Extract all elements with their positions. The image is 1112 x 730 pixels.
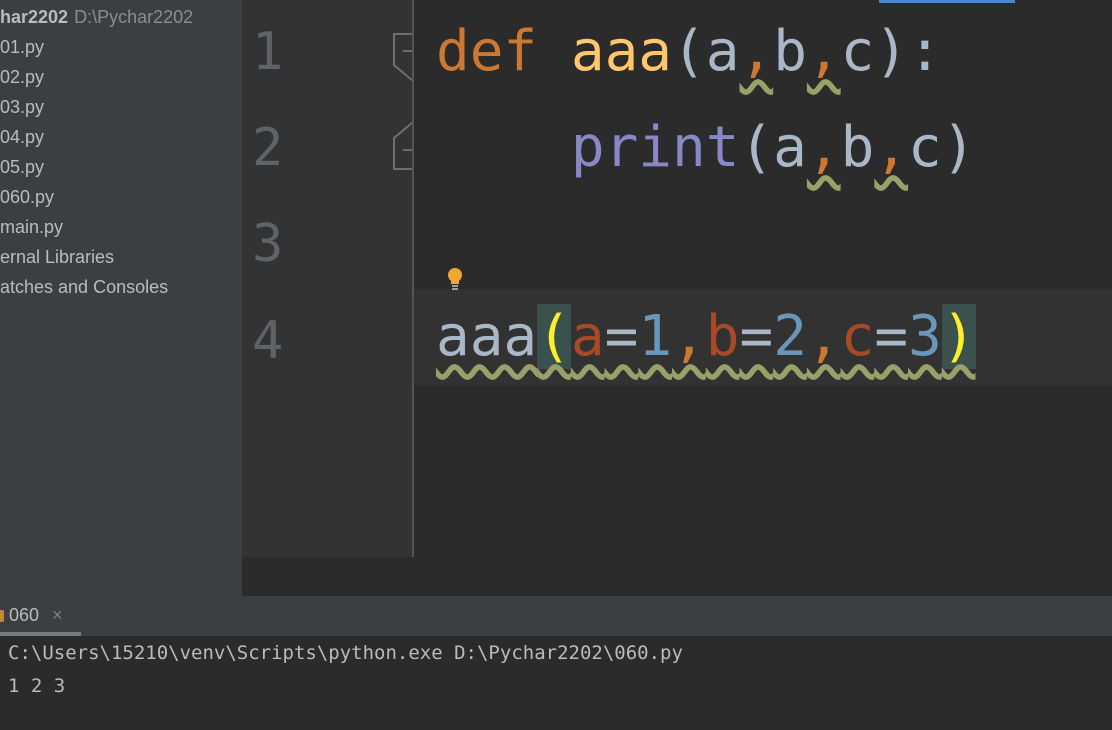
kwarg-name: b — [705, 304, 740, 369]
file-item-04[interactable]: 04.py — [0, 122, 44, 152]
run-console[interactable]: C:\Users\15210\venv\Scripts\python.exe D… — [0, 636, 1112, 730]
kwarg-name: a — [570, 304, 605, 369]
number-literal: 2 — [773, 304, 807, 369]
active-tab-indicator — [879, 0, 1015, 3]
equals: = — [739, 304, 774, 369]
external-libraries-item[interactable]: ernal Libraries — [0, 242, 114, 272]
console-line: C:\Users\15210\venv\Scripts\python.exe D… — [8, 642, 683, 664]
paren: ( — [672, 19, 706, 84]
comma: , — [806, 115, 841, 180]
number-literal: 1 — [638, 304, 673, 369]
code-editor[interactable]: def aaa(a,b,c): print(a,b,c) aaa(a=1,b=2… — [414, 0, 1112, 557]
kwarg-name: c — [840, 304, 875, 369]
project-root-name: har2202 — [0, 7, 69, 27]
line-number: 1 — [252, 22, 284, 82]
file-item-02[interactable]: 02.py — [0, 62, 44, 92]
run-panel-header: 060 × — [0, 596, 1112, 636]
code-line-4: aaa(a=1,b=2,c=3) — [436, 289, 976, 385]
comma: , — [739, 19, 774, 84]
file-item-label: 02.py — [0, 67, 45, 87]
file-item-main[interactable]: main.py — [0, 212, 63, 242]
ide-window: har2202 D:\Pychar2202 01.py 02.py 03.py 0… — [0, 0, 1112, 730]
call-name: aaa — [436, 304, 538, 369]
project-root[interactable]: har2202 D:\Pychar2202 — [0, 2, 193, 32]
file-item-label: 05.py — [0, 157, 45, 177]
arg: b — [840, 115, 875, 180]
file-item-01[interactable]: 01.py — [0, 32, 44, 62]
project-sidebar: har2202 D:\Pychar2202 01.py 02.py 03.py 0… — [0, 0, 242, 596]
file-item-03[interactable]: 03.py — [0, 92, 44, 122]
number-literal: 3 — [908, 304, 942, 369]
file-item-05[interactable]: 05.py — [0, 152, 44, 182]
builtin-name: print — [570, 115, 740, 180]
close-icon[interactable]: × — [52, 605, 63, 626]
comma: , — [806, 19, 841, 84]
arg: c — [908, 115, 942, 180]
python-icon — [0, 610, 4, 622]
file-item-label: 04.py — [0, 127, 45, 147]
line-number: 4 — [252, 311, 284, 371]
project-root-path: D:\Pychar2202 — [74, 7, 194, 27]
keyword: def — [436, 19, 538, 84]
file-item-label: ernal Libraries — [0, 247, 115, 267]
file-item-label: 03.py — [0, 97, 45, 117]
equals: = — [874, 304, 909, 369]
file-item-label: 060.py — [0, 187, 55, 207]
line-number: 3 — [252, 214, 284, 274]
paren: ( — [739, 115, 774, 180]
paren-highlight: ( — [537, 304, 571, 369]
paren: ): — [874, 19, 942, 84]
editor-gutter: 1 2 3 4 — [242, 0, 433, 557]
arg: a — [773, 115, 807, 180]
file-item-label: main.py — [0, 217, 64, 237]
param: b — [773, 19, 807, 84]
param: a — [705, 19, 740, 84]
run-tab-060[interactable]: 060 × — [0, 596, 81, 636]
function-name: aaa — [570, 19, 673, 84]
console-line: 1 2 3 — [8, 675, 66, 697]
code-line-1: def aaa(a,b,c): — [436, 4, 942, 100]
file-item-label: atches and Consoles — [0, 277, 169, 297]
equals: = — [604, 304, 639, 369]
paren-highlight: ) — [941, 304, 976, 369]
line-number: 2 — [252, 118, 284, 178]
param: c — [840, 19, 875, 84]
comma: , — [874, 115, 909, 180]
comma: , — [806, 304, 841, 369]
lightbulb-icon[interactable] — [445, 266, 465, 292]
editor-bottom-area — [242, 557, 1112, 596]
run-tab-label: 060 — [9, 605, 40, 625]
comma: , — [672, 304, 706, 369]
code-line-2: print(a,b,c) — [436, 100, 976, 196]
scratches-and-consoles-item[interactable]: atches and Consoles — [0, 272, 168, 302]
paren: ) — [941, 115, 976, 180]
file-item-060[interactable]: 060.py — [0, 182, 54, 212]
file-item-label: 01.py — [0, 37, 45, 57]
